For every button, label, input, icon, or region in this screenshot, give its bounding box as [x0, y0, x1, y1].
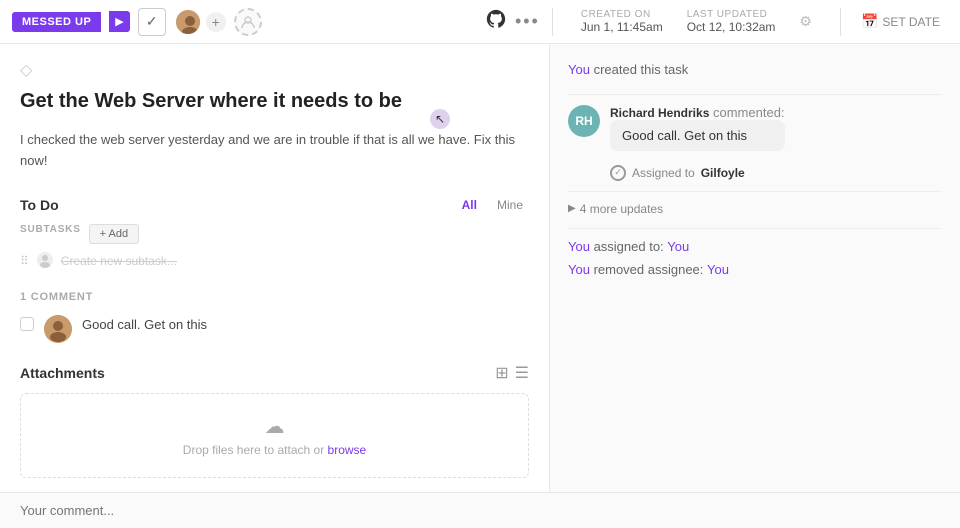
updated-label: LAST UPDATED [687, 9, 776, 20]
gear-icon[interactable]: ⚙ [799, 13, 812, 30]
comment-item: Good call. Get on this [20, 315, 529, 343]
richard-avatar: RH [568, 105, 600, 137]
grid-view-button[interactable]: ⊞ [495, 363, 508, 383]
toolbar-divider [552, 8, 553, 36]
comments-count: 1 COMMENT [20, 291, 529, 303]
avatar[interactable] [174, 8, 202, 36]
task-title[interactable]: Get the Web Server where it needs to be [20, 88, 529, 114]
github-icon[interactable] [485, 8, 507, 36]
create-subtask-label[interactable]: Create new subtask... [61, 254, 177, 268]
assigned-label: Assigned to [632, 166, 695, 180]
comment-input[interactable] [20, 503, 940, 518]
activity-divider2 [568, 191, 942, 192]
attachments-section: Attachments ⊞ ☰ [20, 363, 529, 383]
browse-link[interactable]: browse [328, 443, 367, 457]
comment-text: Good call. Get on this [82, 315, 207, 343]
updated-date: LAST UPDATED Oct 12, 10:32am [687, 9, 776, 34]
task-tag-icon[interactable]: ◇ [20, 60, 529, 80]
you-assigned-value: You [667, 239, 689, 254]
check-icon: ✓ [146, 13, 158, 30]
you-assigned: You [568, 239, 590, 254]
filter-mine-button[interactable]: Mine [491, 196, 529, 214]
updated-value: Oct 12, 10:32am [687, 20, 776, 34]
assigned-to-text: assigned to: [594, 239, 668, 254]
you-removed: You [568, 262, 590, 277]
you-label: You [568, 62, 590, 77]
chevron-right-icon: ▶ [568, 203, 576, 214]
commented-label: commented: [713, 105, 785, 120]
comment-bar [0, 492, 960, 528]
more-updates-toggle[interactable]: ▶ 4 more updates [568, 202, 942, 216]
complete-button[interactable]: ✓ [138, 8, 166, 36]
created-value: Jun 1, 11:45am [581, 20, 663, 34]
more-options-button[interactable]: ••• [515, 11, 540, 32]
toolbar-divider2 [840, 8, 841, 36]
app-container: MESSED UP ▶ ✓ + [0, 0, 960, 528]
comment-checkbox[interactable] [20, 317, 34, 331]
richard-comment-content: Richard Hendriks commented: Good call. G… [610, 105, 785, 151]
subtasks-label: SUBTASKS [20, 224, 81, 235]
update-assigned: You assigned to: You [568, 239, 942, 254]
dates-section: CREATED ON Jun 1, 11:45am LAST UPDATED O… [565, 9, 828, 34]
create-subtask-row[interactable]: ⠿ Create new subtask... [20, 252, 529, 271]
update-removed: You removed assignee: You [568, 262, 942, 277]
file-drop-zone[interactable]: ☁ Drop files here to attach or browse [20, 393, 529, 478]
you-removed-value: You [707, 262, 729, 277]
activity-divider3 [568, 228, 942, 229]
assignee-group: + [174, 8, 226, 36]
set-date-label: SET DATE [882, 15, 940, 29]
arrow-icon: ▶ [115, 16, 123, 28]
left-panel: ↖ ◇ Get the Web Server where it needs to… [0, 44, 550, 492]
created-date: CREATED ON Jun 1, 11:45am [581, 9, 663, 34]
comment-bubble: Good call. Get on this [610, 120, 785, 151]
subtask-drag-icon: ⠿ [20, 254, 29, 268]
subtask-avatar-placeholder [37, 252, 53, 271]
comments-section: 1 COMMENT Good call. Get on this [20, 291, 529, 343]
more-updates-label: 4 more updates [580, 202, 663, 216]
removed-text: removed assignee: [594, 262, 707, 277]
cloud-upload-icon: ☁ [41, 414, 508, 439]
activity-divider1 [568, 94, 942, 95]
list-view-button[interactable]: ☰ [515, 363, 529, 383]
filter-buttons: All Mine [456, 196, 529, 214]
attachments-header: Attachments ⊞ ☰ [20, 363, 529, 383]
todo-title: To Do [20, 197, 59, 213]
task-description[interactable]: I checked the web server yesterday and w… [20, 130, 529, 172]
cursor-icon: ↖ [435, 112, 445, 126]
status-badge[interactable]: MESSED UP [12, 12, 101, 32]
drop-text: Drop files here to attach or [183, 443, 328, 457]
assigned-check-icon: ✓ [610, 165, 626, 181]
created-suffix: created this task [594, 62, 689, 77]
calendar-icon: 📅 [861, 13, 878, 30]
main-area: ↖ ◇ Get the Web Server where it needs to… [0, 44, 960, 492]
commenter-name: Richard Hendriks [610, 106, 709, 120]
activity-created: You created this task [568, 60, 942, 80]
set-date-button[interactable]: 📅 SET DATE [853, 9, 948, 34]
right-panel: You created this task RH Richard Hendrik… [550, 44, 960, 492]
richard-header: Richard Hendriks commented: [610, 105, 785, 120]
created-label: CREATED ON [581, 9, 663, 20]
filter-all-button[interactable]: All [456, 196, 483, 214]
toolbar: MESSED UP ▶ ✓ + [0, 0, 960, 44]
created-text: You created this task [568, 62, 688, 77]
assigned-name: Gilfoyle [701, 166, 745, 180]
add-assignee-button[interactable]: + [206, 12, 226, 32]
attachments-title: Attachments [20, 365, 105, 381]
comment-avatar [44, 315, 72, 343]
assigned-line: ✓ Assigned to Gilfoyle [568, 165, 942, 181]
person-placeholder[interactable] [234, 8, 262, 36]
richard-comment: RH Richard Hendriks commented: Good call… [568, 105, 942, 151]
bubble-text: Good call. Get on this [622, 128, 747, 143]
status-arrow[interactable]: ▶ [109, 11, 129, 32]
view-toggle-buttons: ⊞ ☰ [495, 363, 529, 383]
todo-section-header: To Do All Mine [20, 196, 529, 214]
add-subtask-button[interactable]: + Add [89, 224, 139, 244]
